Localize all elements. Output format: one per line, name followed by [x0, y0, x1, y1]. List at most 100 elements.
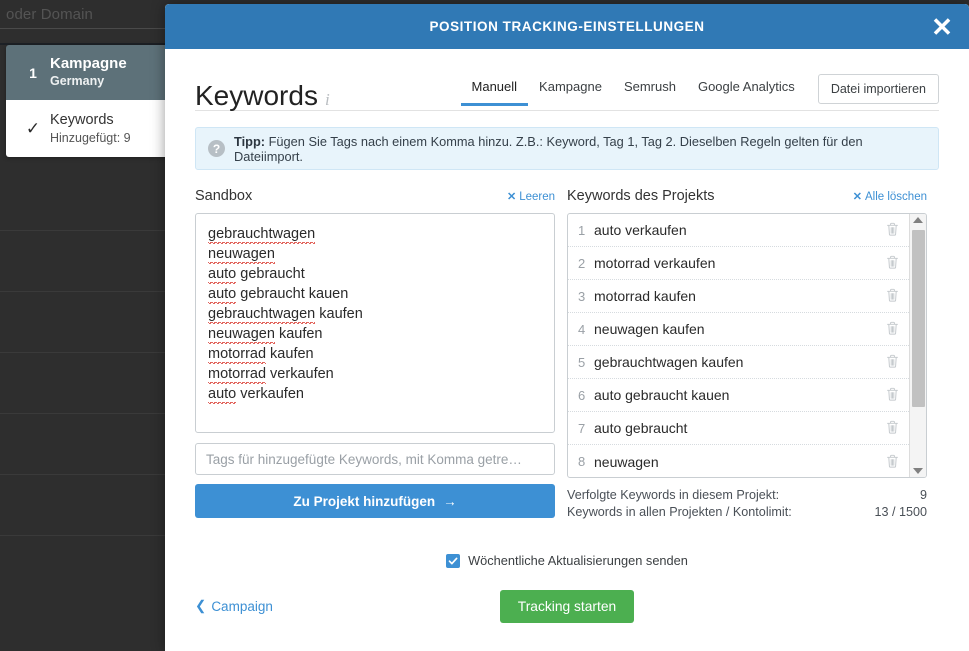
keyword-index: 6 [578, 388, 594, 403]
sandbox-line-rest: verkaufen [236, 386, 304, 402]
add-to-project-button[interactable]: Zu Projekt hinzufügen → [195, 484, 555, 518]
trash-icon[interactable] [879, 222, 905, 238]
misspelled-word: motorrad [208, 366, 266, 384]
tip-label: Tipp: [234, 134, 265, 149]
misspelled-word: motorrad [208, 346, 266, 364]
sandbox-line-rest: kaufen [275, 326, 323, 342]
keyword-index: 8 [578, 454, 594, 469]
clear-sandbox-link[interactable]: ✕ Leeren [507, 190, 555, 203]
scrollbar-thumb[interactable] [912, 230, 925, 407]
trash-icon[interactable] [879, 387, 905, 403]
sandbox-column: Sandbox ✕ Leeren gebrauchtwagenneuwagena… [195, 188, 555, 521]
chevron-left-icon: ❮ [195, 598, 206, 614]
info-icon[interactable]: i [325, 91, 330, 108]
sandbox-title: Sandbox [195, 188, 252, 204]
project-keywords-list: 1auto verkaufen2motorrad verkaufen3motor… [568, 214, 909, 477]
keyword-index: 4 [578, 322, 594, 337]
background-campaign-title: Kampagne [50, 55, 127, 74]
sandbox-textarea[interactable]: gebrauchtwagenneuwagenauto gebrauchtauto… [195, 213, 555, 433]
stat-label: Verfolgte Keywords in diesem Projekt: [567, 487, 779, 504]
weekly-updates-checkbox[interactable] [446, 554, 460, 568]
modal-body: Keywords i Manuell Kampagne Semrush Goog… [165, 49, 969, 651]
import-file-button[interactable]: Datei importieren [818, 74, 939, 104]
sandbox-line: auto verkaufen [208, 384, 542, 404]
position-tracking-settings-modal: POSITION TRACKING-EINSTELLUNGEN ✕ Keywor… [165, 4, 969, 651]
trash-icon[interactable] [879, 420, 905, 436]
back-to-campaign-link[interactable]: ❮ Campaign [195, 598, 273, 614]
tab-manuell[interactable]: Manuell [461, 79, 529, 106]
keyword-index: 5 [578, 355, 594, 370]
misspelled-word: gebrauchtwagen [208, 226, 315, 244]
scroll-up-icon[interactable] [913, 217, 923, 223]
trash-icon[interactable] [879, 288, 905, 304]
modal-title: POSITION TRACKING-EINSTELLUNGEN [429, 19, 704, 34]
tip-banner: ? Tipp: Fügen Sie Tags nach einem Komma … [195, 127, 939, 170]
background-keywords-count: Hinzugefügt: 9 [50, 130, 131, 146]
project-keywords-column: Keywords des Projekts ✕ Alle löschen 1au… [567, 188, 927, 521]
tab-kampagne[interactable]: Kampagne [528, 79, 613, 106]
sandbox-line-rest: kaufen [315, 306, 363, 322]
trash-icon[interactable] [879, 255, 905, 271]
misspelled-word: neuwagen [208, 326, 275, 344]
keyword-text: auto verkaufen [594, 222, 879, 238]
keywords-scrollbar[interactable] [909, 214, 926, 477]
delete-all-link[interactable]: ✕ Alle löschen [853, 190, 927, 203]
sandbox-line: neuwagen kaufen [208, 324, 542, 344]
keyword-text: neuwagen kaufen [594, 321, 879, 337]
background-campaign-country: Germany [50, 74, 127, 90]
stat-row: Keywords in allen Projekten / Kontolimit… [567, 504, 927, 521]
keyword-text: auto gebraucht [594, 420, 879, 436]
keyword-row: 1auto verkaufen [568, 214, 909, 247]
page-title: Keywords [195, 82, 318, 110]
tip-body: Fügen Sie Tags nach einem Komma hinzu. Z… [234, 134, 863, 164]
check-icon: ✓ [16, 120, 50, 137]
misspelled-word: neuwagen [208, 246, 275, 264]
close-icon[interactable]: ✕ [929, 14, 955, 40]
sandbox-line-rest: gebraucht kauen [236, 286, 348, 302]
keyword-text: motorrad kaufen [594, 288, 879, 304]
back-to-campaign-label: Campaign [211, 599, 273, 614]
stat-value: 9 [920, 487, 927, 504]
tip-text: Tipp: Fügen Sie Tags nach einem Komma hi… [234, 134, 926, 164]
keyword-row: 8neuwagen [568, 445, 909, 477]
sandbox-line: motorrad verkaufen [208, 364, 542, 384]
keyword-index: 7 [578, 421, 594, 436]
project-keywords-title: Keywords des Projekts [567, 188, 714, 204]
trash-icon[interactable] [879, 454, 905, 470]
keyword-index: 1 [578, 223, 594, 238]
page-title-group: Keywords i [195, 82, 330, 110]
sandbox-line: auto gebraucht kauen [208, 284, 542, 304]
misspelled-word: auto [208, 286, 236, 304]
keyword-index: 3 [578, 289, 594, 304]
tags-input[interactable] [195, 443, 555, 475]
close-x-icon: ✕ [853, 190, 862, 203]
sandbox-header: Sandbox ✕ Leeren [195, 188, 555, 206]
keyword-text: motorrad verkaufen [594, 255, 879, 271]
misspelled-word: gebrauchtwagen [208, 306, 315, 324]
stat-row: Verfolgte Keywords in diesem Projekt: 9 [567, 487, 927, 504]
tab-google-analytics[interactable]: Google Analytics [687, 79, 806, 106]
sandbox-line-rest: kaufen [266, 346, 314, 362]
start-tracking-button[interactable]: Tracking starten [500, 590, 634, 623]
sandbox-line: auto gebraucht [208, 264, 542, 284]
stat-value: 13 / 1500 [874, 504, 927, 521]
sandbox-line-rest: gebraucht [236, 266, 305, 282]
keywords-columns: Sandbox ✕ Leeren gebrauchtwagenneuwagena… [195, 188, 939, 521]
background-topbar-text: oder Domain [0, 6, 93, 23]
trash-icon[interactable] [879, 354, 905, 370]
stat-label: Keywords in allen Projekten / Kontolimit… [567, 504, 792, 521]
weekly-updates-row: Wöchentliche Aktualisierungen senden [195, 553, 939, 568]
tab-semrush[interactable]: Semrush [613, 79, 687, 106]
modal-header: POSITION TRACKING-EINSTELLUNGEN ✕ [165, 4, 969, 49]
keyword-row: 4neuwagen kaufen [568, 313, 909, 346]
project-keywords-header: Keywords des Projekts ✕ Alle löschen [567, 188, 927, 206]
trash-icon[interactable] [879, 321, 905, 337]
background-campaign-number: 1 [16, 65, 50, 81]
add-to-project-label: Zu Projekt hinzufügen [293, 494, 435, 509]
misspelled-word: auto [208, 266, 236, 284]
sandbox-line: neuwagen [208, 244, 542, 264]
misspelled-word: auto [208, 386, 236, 404]
scroll-down-icon[interactable] [913, 468, 923, 474]
keyword-row: 6auto gebraucht kauen [568, 379, 909, 412]
sandbox-line-rest: verkaufen [266, 366, 334, 382]
